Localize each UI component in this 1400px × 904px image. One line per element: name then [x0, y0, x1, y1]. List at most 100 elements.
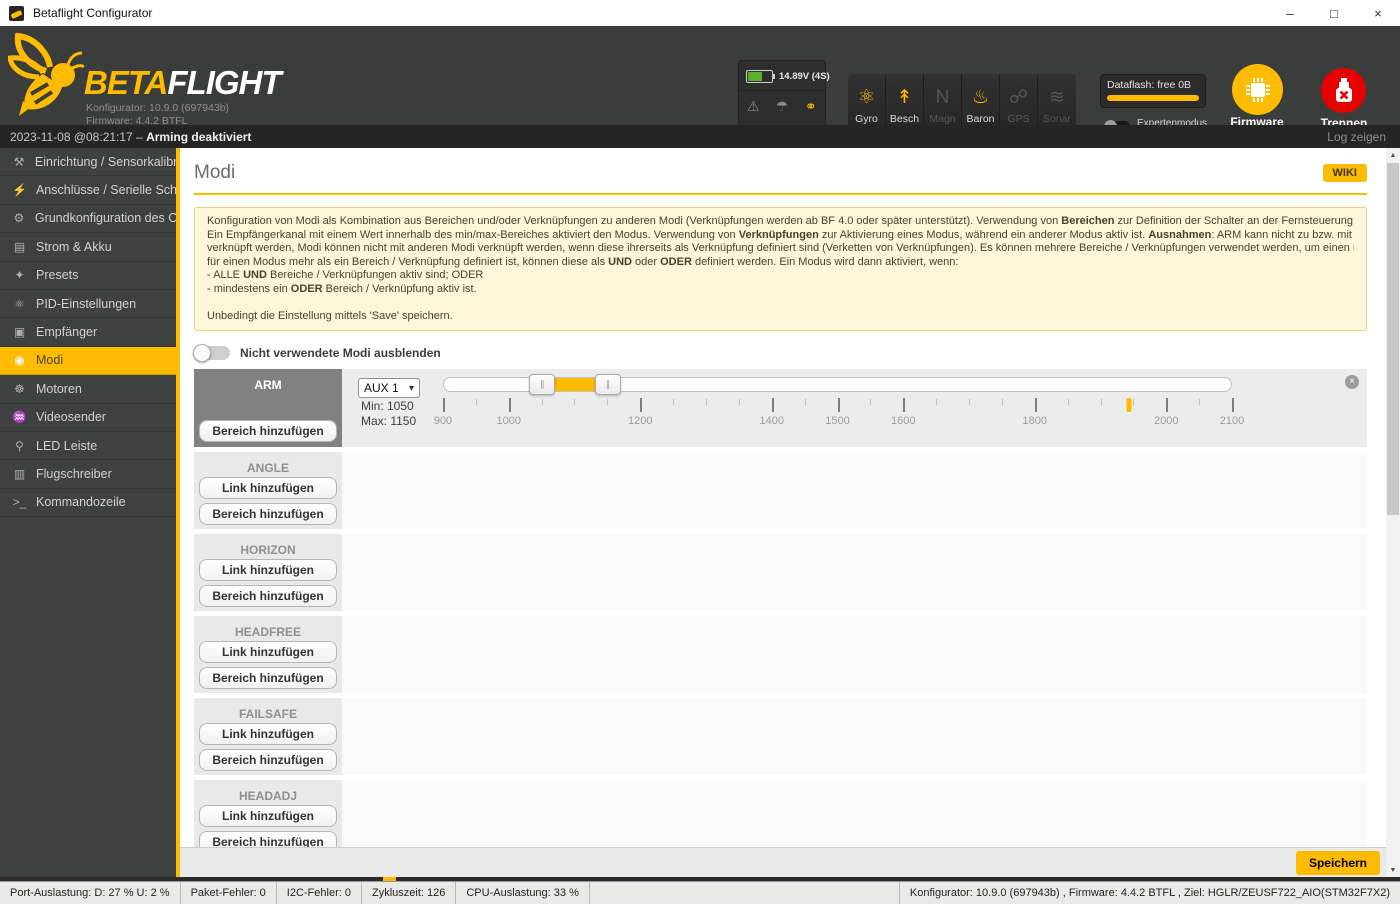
sidebar-item-modes[interactable]: ◉ Modi [0, 346, 176, 376]
add-link-button[interactable]: Link hinzufügen [199, 477, 337, 499]
signal-icon: ☂ [775, 97, 789, 114]
scale-tick [640, 398, 643, 412]
sensor-label: Baron [966, 113, 995, 125]
minimize-button[interactable]: – [1268, 0, 1312, 26]
scroll-up-icon[interactable]: ▲ [1386, 148, 1400, 162]
mode-header: FAILSAFE Link hinzufügen Bereich hinzufü… [194, 698, 342, 775]
note-line: Konfiguration von Modi als Kombination a… [207, 215, 1354, 227]
delete-range-icon[interactable]: × [1345, 375, 1359, 389]
scale-tick [1034, 398, 1037, 412]
sidebar-item-label: Kommandozeile [36, 495, 126, 510]
add-link-button[interactable]: Link hinzufügen [199, 559, 337, 581]
mode-body: AUX 1 ▾ Min: 1050 Max: 1150 ∥ ∥ 900 1000… [342, 369, 1367, 447]
add-range-button[interactable]: Bereich hinzufügen [199, 420, 337, 442]
wiki-button[interactable]: WIKI [1322, 164, 1367, 182]
gear-icon: ⚙ [13, 211, 25, 226]
note-line: - mindestens ein ODER Bereich / Verknüpf… [207, 282, 477, 295]
note-line: Ein Empfängerkanal mit einem Wert innerh… [207, 228, 1354, 241]
sidebar-item-label: LED Leiste [36, 438, 98, 453]
sidebar-item-cli[interactable]: >_ Kommandozeile [0, 489, 176, 518]
channel-value-marker [1126, 398, 1132, 412]
mode-name: HEADFREE [234, 625, 301, 639]
add-range-button[interactable]: Bereich hinzufügen [199, 831, 337, 847]
sidebar-item-power[interactable]: ▤ Strom & Akku [0, 233, 176, 262]
show-log-button[interactable]: Log zeigen [1327, 130, 1386, 144]
add-range-button[interactable]: Bereich hinzufügen [199, 667, 337, 689]
scrollbar-thumb[interactable] [1387, 163, 1399, 515]
sidebar-item-led[interactable]: ⚲ LED Leiste [0, 432, 176, 461]
vertical-scrollbar[interactable]: ▲ ▼ [1386, 148, 1400, 877]
note-line: Unbedingt die Einstellung mittels 'Save'… [207, 309, 453, 322]
scale-tick [837, 398, 840, 412]
sensor-label: Besch [889, 113, 920, 125]
battery-voltage: 14.89V (4S) [779, 71, 830, 82]
firmware-flasher-button[interactable] [1232, 64, 1283, 115]
sensor-mag: N Magn [924, 74, 962, 129]
range-handle-min[interactable]: ∥ [529, 374, 556, 395]
scale-tick [607, 399, 609, 405]
scroll-down-icon[interactable]: ▼ [1386, 863, 1400, 877]
chevron-down-icon: ▾ [408, 382, 414, 394]
sidebar-item-receiver[interactable]: ▣ Empfänger [0, 318, 176, 347]
modes-icon: ◉ [14, 353, 25, 368]
sidebar-item-blackbox[interactable]: ▥ Flugschreiber [0, 460, 176, 489]
add-range-button[interactable]: Bereich hinzufügen [199, 585, 337, 607]
wrench-icon: ⚒ [13, 154, 25, 169]
sidebar-item-ports[interactable]: ⚡ Anschlüsse / Serielle Schn... [0, 176, 176, 205]
mode-row-headadj: HEADADJ Link hinzufügen Bereich hinzufüg… [194, 780, 1367, 847]
channel-select[interactable]: AUX 1 ▾ [358, 378, 420, 398]
scale-tick [1100, 399, 1102, 405]
add-link-button[interactable]: Link hinzufügen [199, 641, 337, 663]
hide-unused-row: Nicht verwendete Modi ausblenden [193, 344, 1367, 362]
note-line: für einen Modus mehr als ein Bereich / V… [207, 255, 959, 268]
status-timestamp: 2023-11-08 @08:21:17 – [10, 129, 147, 144]
footer-stat: Paket-Fehler: 0 [181, 882, 277, 904]
mode-body [342, 780, 1367, 847]
scale-tick [574, 399, 576, 405]
sidebar-item-pid[interactable]: ⚛ PID-Einstellungen [0, 290, 176, 319]
app-logo-text: BETAFLIGHT [84, 64, 282, 101]
modes-info-note: Konfiguration von Modi als Kombination a… [194, 207, 1367, 331]
chip-icon [1245, 77, 1270, 102]
sensor-status-bar: ⚛ Gyro ↟ Besch N Magn ♨ Baron ☍ GPS ≋ So… [848, 74, 1076, 129]
app-icon [9, 5, 24, 21]
scale-tick [1199, 399, 1201, 405]
version-line: Konfigurator: 10.9.0 (697943b) [86, 102, 230, 114]
scale-tick [771, 398, 774, 412]
add-range-button[interactable]: Bereich hinzufügen [199, 503, 337, 525]
mode-row-failsafe: FAILSAFE Link hinzufügen Bereich hinzufü… [194, 698, 1367, 775]
close-button[interactable]: × [1356, 0, 1400, 26]
sidebar-item-motors[interactable]: ☸ Motoren [0, 375, 176, 404]
add-link-button[interactable]: Link hinzufügen [199, 723, 337, 745]
mode-body [342, 616, 1367, 693]
save-button[interactable]: Speichern [1295, 851, 1380, 875]
footer-build-info: Konfigurator: 10.9.0 (697943b) , Firmwar… [898, 882, 1400, 904]
disconnect-button[interactable] [1321, 68, 1366, 113]
sidebar-nav: ⚒ Einrichtung / Sensorkalibr... ⚡ Anschl… [0, 148, 176, 518]
sensor-gyro: ⚛ Gyro [848, 74, 886, 129]
receiver-icon: ▣ [13, 325, 26, 340]
note-line: - ALLE UND Bereiche / Verknüpfungen akti… [207, 269, 484, 281]
sidebar-item-vtx[interactable]: ♒ Videosender [0, 404, 176, 432]
sidebar-item-label: Empfänger [36, 325, 98, 340]
add-range-button[interactable]: Bereich hinzufügen [199, 749, 337, 771]
footer-status-bar: Port-Auslastung: D: 27 % U: 2 % Paket-Feh… [0, 881, 1400, 904]
mode-header: ARM Bereich hinzufügen [194, 369, 342, 447]
sidebar-item-presets[interactable]: ✦ Presets [0, 262, 176, 290]
range-handle-max[interactable]: ∥ [594, 374, 621, 395]
sensor-label: Magn [929, 113, 956, 125]
scale-tick [1166, 398, 1169, 412]
sidebar-item-configuration[interactable]: ⚙ Grundkonfiguration des C... [0, 205, 176, 234]
maximize-button[interactable]: □ [1312, 0, 1356, 26]
broadcast-icon: ♒ [12, 410, 27, 425]
scale-label: 2100 [1219, 415, 1245, 427]
sidebar-item-setup[interactable]: ⚒ Einrichtung / Sensorkalibr... [0, 148, 176, 177]
scale-tick [738, 399, 740, 405]
mode-name: HORIZON [240, 543, 296, 557]
mode-row-headfree: HEADFREE Link hinzufügen Bereich hinzufü… [194, 616, 1367, 693]
tune-icon: ⚛ [14, 296, 25, 311]
add-link-button[interactable]: Link hinzufügen [199, 805, 337, 827]
warning-icon: ⚠ [747, 97, 760, 114]
sensor-accel: ↟ Besch [886, 74, 924, 129]
hide-unused-toggle[interactable] [193, 344, 230, 362]
